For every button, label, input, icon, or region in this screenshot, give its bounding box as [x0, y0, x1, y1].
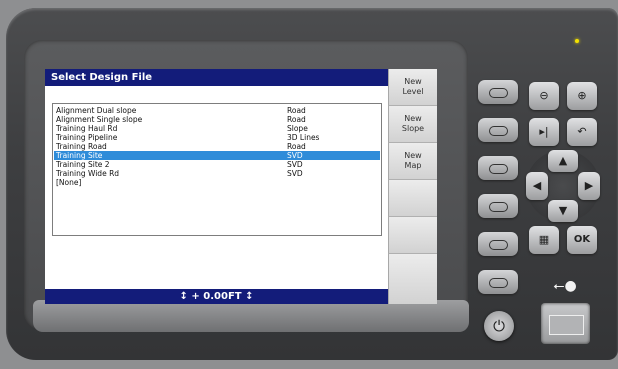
- file-name: Training Haul Rd: [56, 124, 118, 133]
- hardware-softkey-6[interactable]: [478, 270, 518, 294]
- usb-slot: [549, 315, 584, 335]
- arrow-right-icon[interactable]: ▶: [578, 172, 600, 200]
- ok-icon[interactable]: OK: [567, 226, 597, 254]
- file-type: Road: [287, 142, 306, 151]
- softkey-panel: New Level New Slope New Map: [388, 69, 437, 304]
- back-icon[interactable]: ↶: [567, 118, 597, 146]
- file-name: Training Road: [56, 142, 107, 151]
- status-led: [575, 39, 579, 43]
- softkey-label: New Level: [402, 77, 424, 96]
- file-name: [None]: [56, 178, 82, 187]
- file-name: Training Site 2: [56, 160, 110, 169]
- hardware-softkey-1[interactable]: [478, 80, 518, 104]
- file-row[interactable]: Training Wide Rd SVD: [54, 169, 380, 178]
- file-type: Road: [287, 115, 306, 124]
- arrow-down-icon[interactable]: ▼: [548, 200, 578, 222]
- keypad-icon[interactable]: ▦: [529, 226, 559, 254]
- file-type: SVD: [287, 151, 303, 160]
- file-row[interactable]: Training Pipeline 3D Lines: [54, 133, 380, 142]
- softkey-5[interactable]: [388, 217, 437, 254]
- hardware-softkey-2[interactable]: [478, 118, 518, 142]
- hardware-softkey-3[interactable]: [478, 156, 518, 180]
- zoom-out-icon[interactable]: ⊖: [529, 82, 559, 110]
- elevation-offset-readout: ↕ + 0.00FT ↕: [45, 289, 388, 304]
- softkey-6[interactable]: [388, 254, 437, 304]
- file-type: Road: [287, 106, 306, 115]
- design-file-list[interactable]: Alignment Dual slope Road Alignment Sing…: [52, 103, 382, 236]
- file-name: Alignment Dual slope: [56, 106, 137, 115]
- next-page-icon[interactable]: ▸|: [529, 118, 559, 146]
- usb-icon: ⭠●: [553, 278, 577, 294]
- file-name: Training Wide Rd: [56, 169, 120, 178]
- display-screen: Select Design File Alignment Dual slope …: [45, 69, 437, 304]
- file-row[interactable]: [None]: [54, 178, 380, 187]
- file-name: Alignment Single slope: [56, 115, 143, 124]
- file-row[interactable]: Alignment Dual slope Road: [54, 106, 380, 115]
- file-type: SVD: [287, 169, 303, 178]
- file-row[interactable]: Training Road Road: [54, 142, 380, 151]
- file-name: Training Pipeline: [56, 133, 118, 142]
- file-row-selected[interactable]: Training Site SVD: [54, 151, 380, 160]
- file-row[interactable]: Alignment Single slope Road: [54, 115, 380, 124]
- new-level-button[interactable]: New Level: [388, 69, 437, 106]
- softkey-label: New Slope: [401, 114, 425, 133]
- bezel-ledge: [33, 300, 469, 332]
- file-row[interactable]: Training Haul Rd Slope: [54, 124, 380, 133]
- file-name: Training Site: [56, 151, 103, 160]
- file-row[interactable]: Training Site 2 SVD: [54, 160, 380, 169]
- file-type: 3D Lines: [287, 133, 320, 142]
- softkey-label: New Map: [404, 151, 422, 170]
- new-slope-button[interactable]: New Slope: [388, 106, 437, 143]
- power-icon[interactable]: ⏻: [484, 311, 514, 341]
- new-map-button[interactable]: New Map: [388, 143, 437, 180]
- softkey-4[interactable]: [388, 180, 437, 217]
- arrow-up-icon[interactable]: ▲: [548, 150, 578, 172]
- hardware-softkey-4[interactable]: [478, 194, 518, 218]
- dialog-title: Select Design File: [45, 69, 388, 86]
- file-type: Slope: [287, 124, 308, 133]
- file-type: SVD: [287, 160, 303, 169]
- zoom-in-icon[interactable]: ⊕: [567, 82, 597, 110]
- hardware-softkey-5[interactable]: [478, 232, 518, 256]
- arrow-left-icon[interactable]: ◀: [526, 172, 548, 200]
- usb-port[interactable]: [541, 303, 590, 344]
